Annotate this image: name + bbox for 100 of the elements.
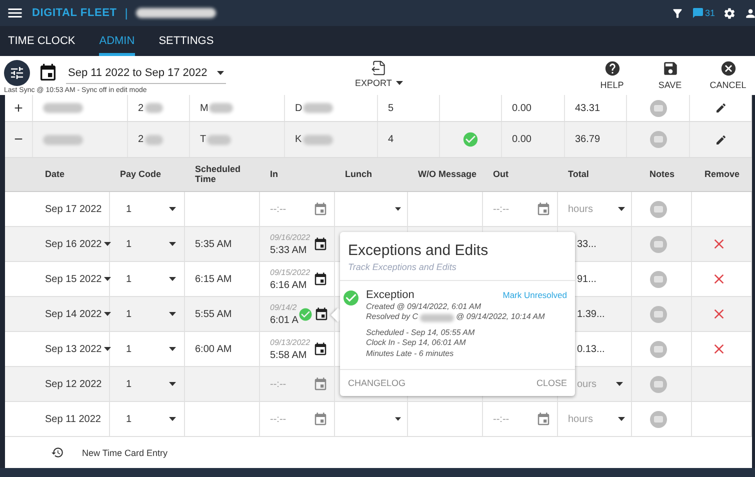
in-date: 09/13/2022 — [270, 338, 310, 346]
column-header: Total — [568, 170, 589, 180]
blurred-redaction — [43, 134, 83, 144]
caret-icon — [217, 70, 224, 74]
caret-icon — [395, 207, 401, 211]
blurred-redaction — [207, 134, 232, 144]
pay-code-select[interactable]: 1 — [126, 274, 176, 284]
date-menu-button[interactable]: Sep 16 2022 — [45, 238, 111, 250]
popover-button[interactable]: CLOSE — [536, 378, 567, 388]
filter-icon[interactable] — [670, 6, 684, 20]
blurred-redaction — [144, 134, 163, 144]
calendar-icon[interactable] — [313, 236, 328, 252]
employee-row[interactable]: − 2 T K 4 0.00 36.79 — [5, 122, 752, 158]
popover-subtitle: Track Exceptions and Edits — [348, 262, 458, 272]
user-icon[interactable] — [744, 6, 755, 20]
in-date: 09/15/2022 — [270, 268, 310, 276]
detail-text: Minutes Late - 6 minutes — [366, 348, 455, 359]
total-value: 33... — [577, 238, 596, 250]
date-text: Sep 17 2022 — [45, 204, 102, 214]
save-icon — [662, 60, 678, 77]
history-icon[interactable] — [51, 446, 64, 459]
caret-icon — [104, 242, 111, 246]
caret-icon — [616, 382, 623, 386]
total-value: 91... — [577, 274, 596, 284]
created-text: Created @ 09/14/2022, 6:01 AM — [366, 302, 482, 312]
popover-button[interactable]: CHANGELOG — [348, 378, 406, 388]
notes-icon[interactable] — [650, 200, 667, 218]
pay-code-select[interactable]: 1 — [126, 238, 176, 250]
table-cell: D — [295, 102, 302, 114]
column-header: In — [270, 170, 278, 180]
calendar-icon[interactable] — [313, 342, 328, 356]
pay-code-select[interactable]: 1 — [126, 204, 176, 214]
calendar-icon[interactable] — [313, 272, 328, 286]
column-header: Pay Code — [120, 170, 162, 180]
table-cell: 2 — [138, 134, 144, 145]
edit-icon[interactable] — [714, 102, 726, 114]
table-cell: 43.31 — [575, 102, 600, 114]
new-entry-link[interactable]: New Time Card Entry — [82, 448, 168, 458]
edit-icon[interactable] — [714, 134, 726, 146]
date-menu-button[interactable]: Sep 13 2022 — [45, 344, 111, 354]
separator: | — [124, 6, 128, 20]
resolved-at-text: @ 09/14/2022, 10:14 AM — [456, 312, 545, 323]
caret-icon — [169, 417, 176, 421]
logo: DIGITAL FLEET — [32, 7, 117, 19]
column-header: W/O Message — [418, 170, 477, 180]
calendar-icon — [38, 63, 58, 83]
export-button[interactable]: EXPORT — [355, 60, 403, 88]
caret-icon — [169, 382, 176, 386]
popover-title: Exceptions and Edits — [348, 242, 490, 259]
help-button[interactable]: HELP — [591, 60, 633, 90]
in-time[interactable]: 5:58 AM — [270, 350, 310, 360]
total-value: 1.39... — [577, 308, 605, 320]
table-cell: K — [295, 134, 302, 145]
pay-code-select[interactable]: 1 — [126, 414, 176, 424]
blurred-redaction — [420, 314, 454, 322]
cancel-icon — [720, 60, 736, 77]
filter-settings-button[interactable] — [4, 60, 30, 86]
in-date: 09/14/2 — [270, 302, 298, 312]
nav-tab[interactable]: TIME CLOCK — [8, 26, 76, 56]
table-cell: 0.00 — [512, 102, 532, 114]
in-time[interactable]: 6:16 AM — [270, 280, 310, 290]
pay-code-select[interactable]: 1 — [126, 308, 176, 320]
help-icon — [604, 60, 620, 77]
caret-icon — [618, 207, 625, 211]
expand-toggle[interactable]: − — [14, 131, 23, 148]
cancel-button[interactable]: CANCEL — [707, 60, 749, 90]
expand-toggle[interactable]: + — [14, 100, 23, 116]
date-range-select[interactable]: Sep 11 2022 to Sep 17 2022 — [66, 62, 226, 84]
notes-icon[interactable] — [650, 340, 667, 358]
settings-icon[interactable] — [723, 6, 736, 20]
table-cell: 5 — [388, 102, 394, 114]
caret-icon — [104, 347, 111, 351]
blurred-redaction — [43, 103, 83, 113]
save-button[interactable]: SAVE — [649, 60, 691, 90]
table-cell: 2 — [138, 102, 144, 114]
in-time[interactable]: 6:01 A — [270, 314, 298, 326]
nav-tab[interactable]: SETTINGS — [158, 26, 214, 56]
calendar-icon[interactable] — [314, 306, 330, 322]
date-menu-button[interactable]: Sep 15 2022 — [45, 274, 111, 284]
total-value: 0.13... — [577, 344, 605, 354]
notes-icon[interactable] — [650, 410, 667, 428]
caret-icon — [395, 417, 401, 421]
in-time[interactable]: 5:33 AM — [270, 244, 310, 256]
column-header: Out — [493, 170, 508, 180]
pay-code-select[interactable]: 1 — [126, 378, 176, 390]
caret-icon — [169, 277, 176, 281]
employee-row[interactable]: + 2 M D 5 0.00 43.31 — [5, 95, 752, 122]
column-header: Scheduled Time — [195, 164, 242, 184]
notes-icon[interactable] — [650, 100, 666, 116]
column-header: Remove — [704, 170, 740, 180]
caret-icon — [169, 347, 176, 351]
date-menu-button[interactable]: Sep 14 2022 — [45, 308, 111, 320]
entry-type: Exception — [366, 289, 414, 301]
export-icon — [370, 60, 387, 76]
date-text: Sep 12 2022 — [45, 378, 102, 390]
resolved-by-text: Resolved by C — [366, 312, 418, 323]
pay-code-select[interactable]: 1 — [126, 344, 176, 354]
notes-icon[interactable] — [650, 270, 667, 288]
chat-icon[interactable] — [692, 7, 704, 19]
caret-icon — [169, 207, 176, 211]
